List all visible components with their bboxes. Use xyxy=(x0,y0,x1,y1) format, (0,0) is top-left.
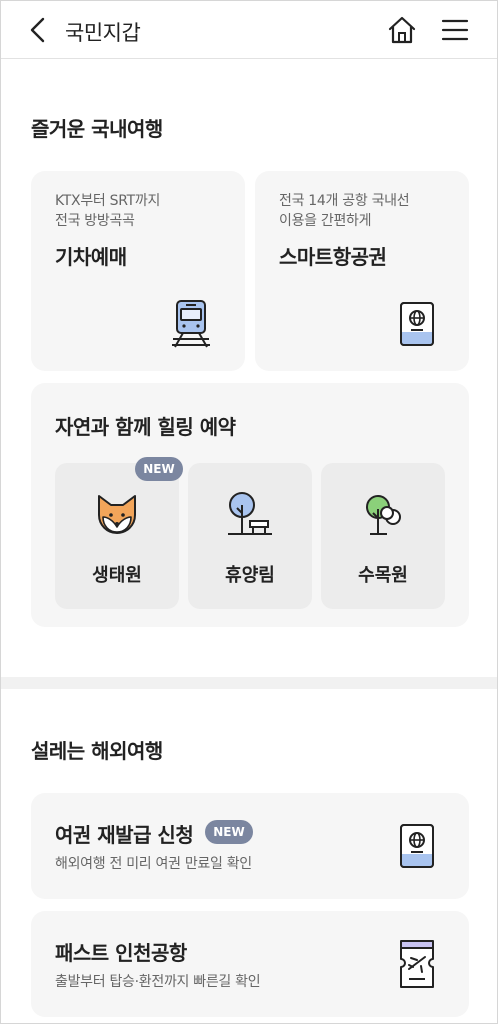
recreation-forest-card[interactable]: 휴양림 xyxy=(188,463,312,609)
menu-button[interactable] xyxy=(441,18,469,42)
passport-icon xyxy=(400,824,434,868)
passport-reissue-label: 여권 재발급 신청 xyxy=(55,823,194,847)
top-app-bar: 국민지갑 xyxy=(1,1,497,59)
train-sub-line1: KTX부터 SRT까지 xyxy=(55,193,161,209)
passport-icon xyxy=(400,302,434,346)
train-booking-card[interactable]: KTX부터 SRT까지 전국 방방곡곡 기차예매 xyxy=(31,171,245,371)
back-button[interactable] xyxy=(27,17,51,43)
new-badge: NEW xyxy=(205,820,253,844)
recreation-forest-label: 휴양림 xyxy=(225,565,275,586)
nature-healing-title: 자연과 함께 힐링 예약 xyxy=(55,415,236,439)
domestic-section-title: 즐거운 국내여행 xyxy=(31,117,163,141)
passport-reissue-card[interactable]: 여권 재발급 신청 NEW 해외여행 전 미리 여권 만료일 확인 xyxy=(31,793,469,899)
chevron-left-icon xyxy=(30,17,45,43)
passport-reissue-subtitle: 해외여행 전 미리 여권 만료일 확인 xyxy=(55,856,252,872)
arboretum-card[interactable]: 수목원 xyxy=(321,463,445,609)
hamburger-menu-icon xyxy=(441,19,469,41)
smart-air-ticket-card[interactable]: 전국 14개 공항 국내선 이용을 간편하게 스마트항공권 xyxy=(255,171,469,371)
train-sub-line2: 전국 방방곡곡 xyxy=(55,213,135,229)
fast-incheon-airport-label: 패스트 인천공항 xyxy=(55,941,187,965)
boarding-ticket-icon xyxy=(400,940,434,988)
train-booking-label: 기차예매 xyxy=(55,245,127,269)
fast-incheon-airport-subtitle: 출발부터 탑승·환전까지 빠른길 확인 xyxy=(55,974,261,990)
page-title: 국민지갑 xyxy=(65,21,141,45)
tree-bench-icon xyxy=(228,492,272,535)
arboretum-label: 수목원 xyxy=(358,565,408,586)
home-button[interactable] xyxy=(387,15,417,45)
train-icon xyxy=(172,300,210,348)
fox-icon xyxy=(98,495,136,534)
new-badge: NEW xyxy=(135,457,183,481)
nature-healing-card: 자연과 함께 힐링 예약 생태원 NEW 휴양림 수목원 xyxy=(31,383,469,627)
ecological-park-card[interactable]: 생태원 xyxy=(55,463,179,609)
fast-incheon-airport-card[interactable]: 패스트 인천공항 출발부터 탑승·환전까지 빠른길 확인 xyxy=(31,911,469,1017)
section-divider xyxy=(1,677,497,689)
flight-sub-line2: 이용을 간편하게 xyxy=(279,213,372,229)
tree-icon xyxy=(366,495,401,535)
ecological-park-label: 생태원 xyxy=(92,565,142,586)
flight-sub-line1: 전국 14개 공항 국내선 xyxy=(279,193,410,209)
overseas-section-title: 설레는 해외여행 xyxy=(31,739,163,763)
smart-air-ticket-label: 스마트항공권 xyxy=(279,245,387,269)
home-icon xyxy=(388,16,416,44)
